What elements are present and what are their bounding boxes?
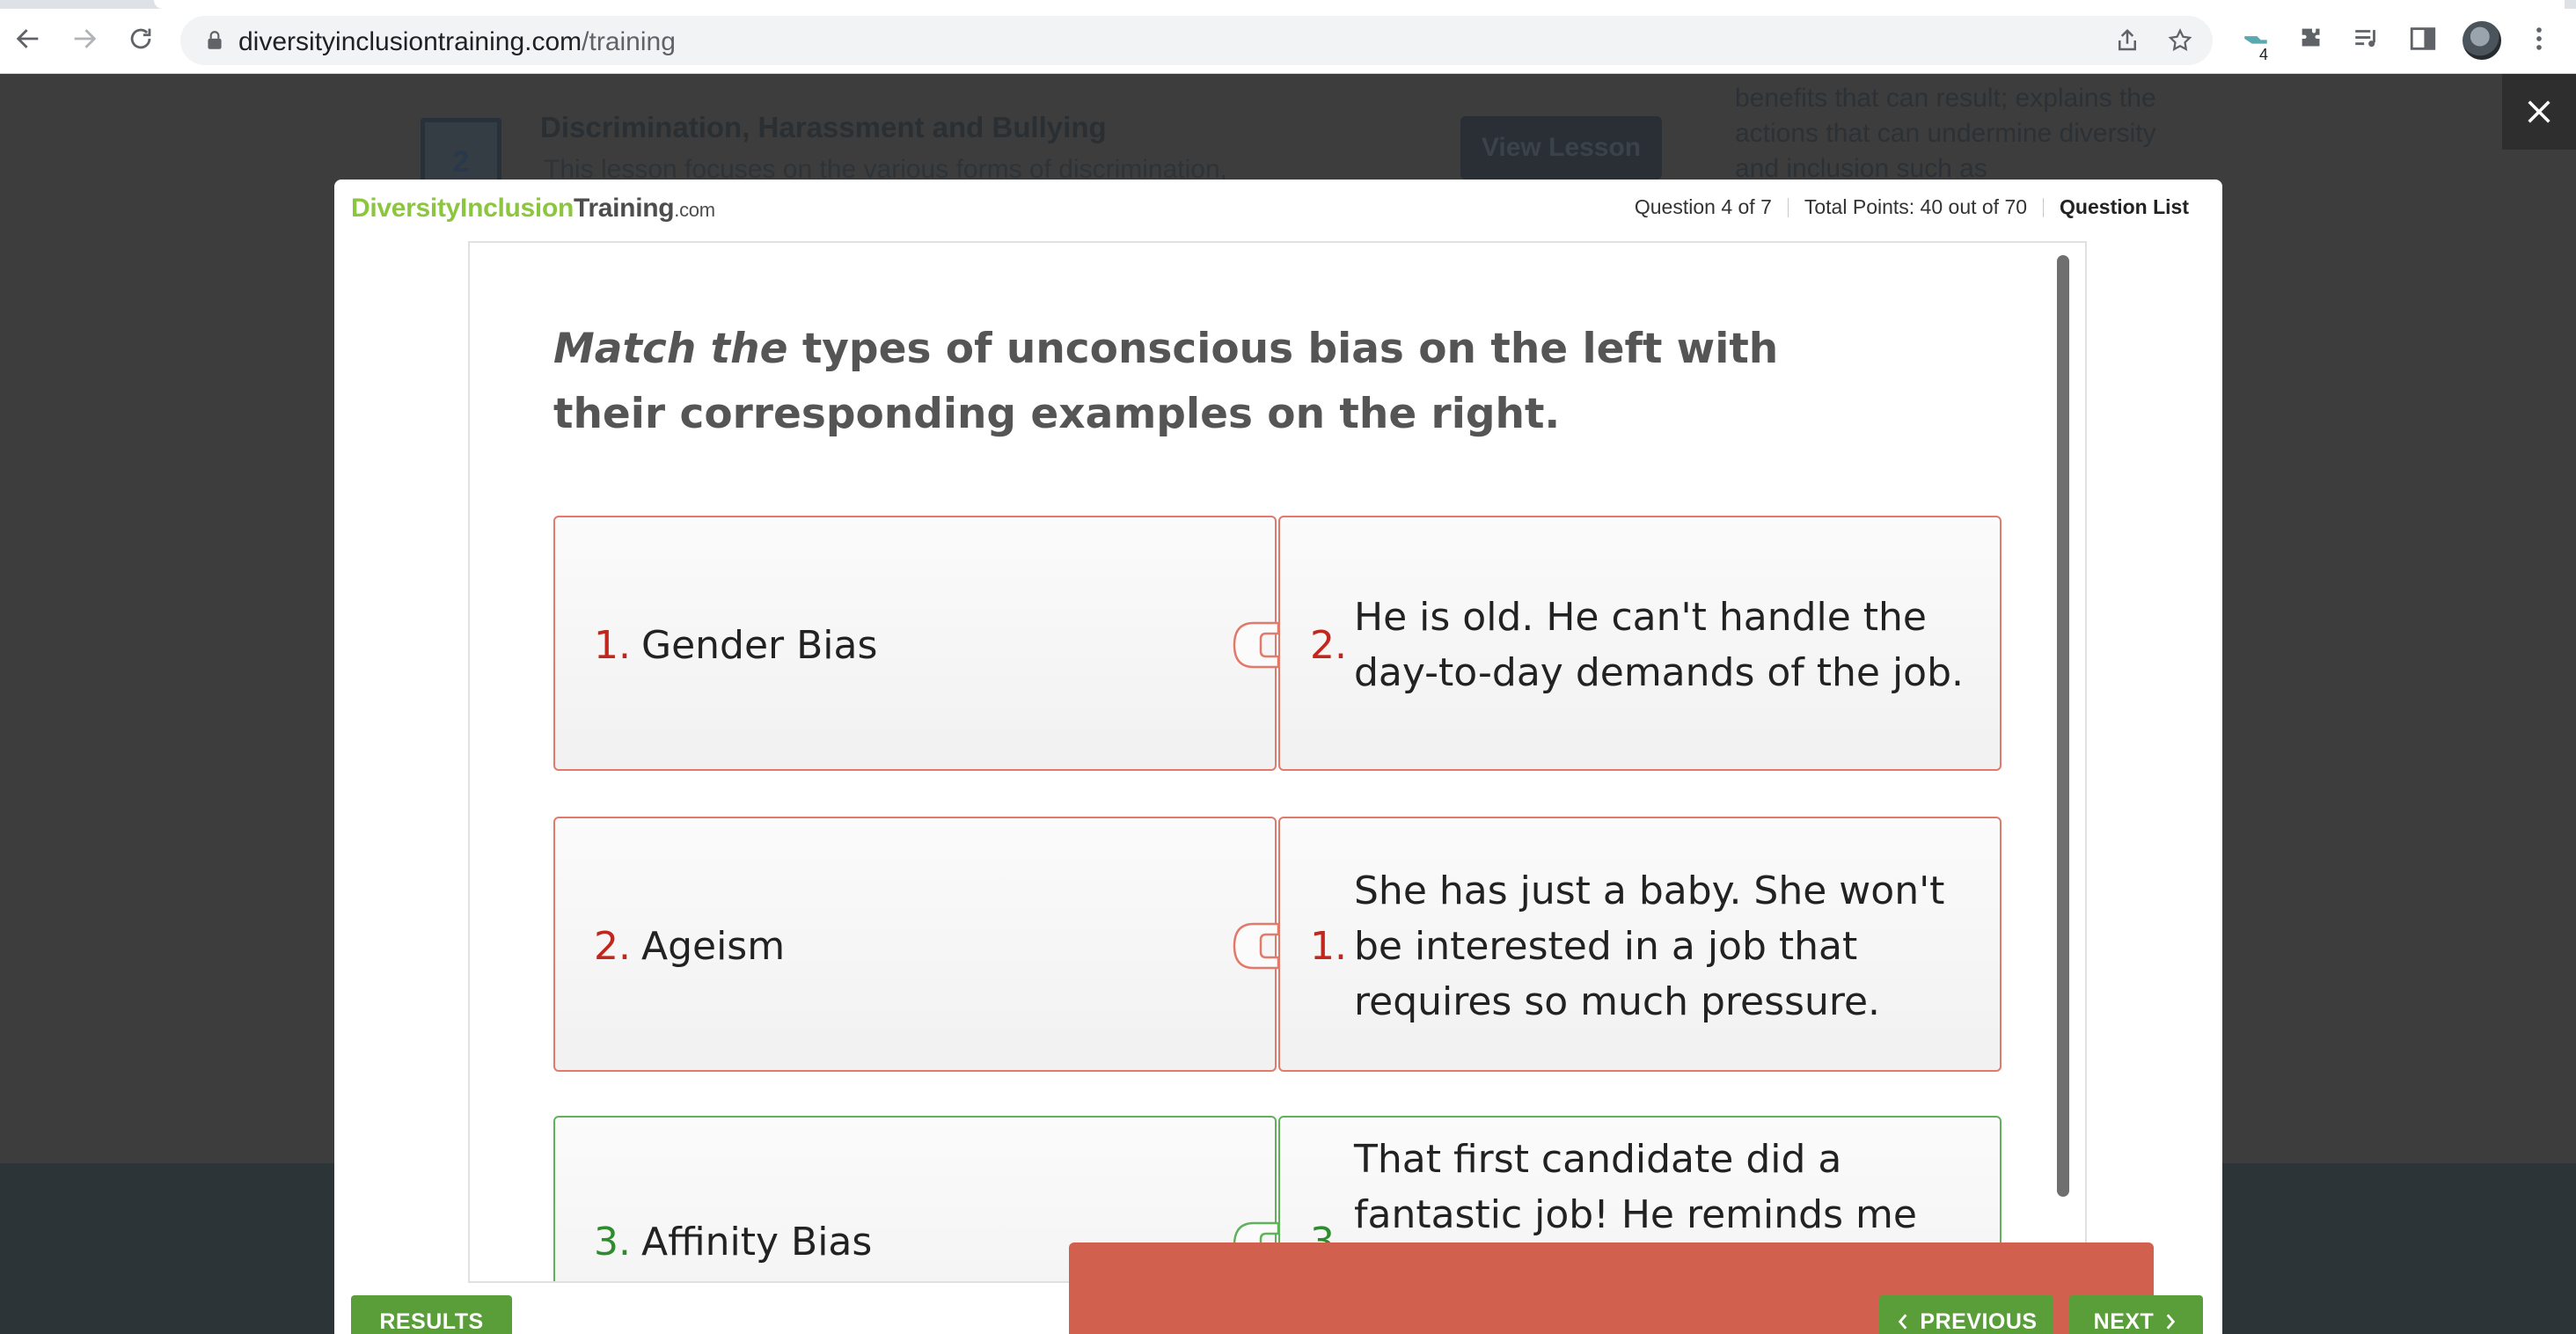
puzzle-connector-icon xyxy=(1233,621,1280,669)
view-lesson-button: View Lesson xyxy=(1460,116,1662,180)
quiz-modal: DiversityInclusionTraining.com Question … xyxy=(334,180,2222,1334)
side-panel-button[interactable] xyxy=(2405,21,2441,56)
total-points: Total Points: 40 out of 70 xyxy=(1804,195,2028,218)
previous-button[interactable]: PREVIOUS xyxy=(1879,1295,2053,1334)
match-example[interactable]: 2. He is old. He can't handle the day-to… xyxy=(1278,516,2002,771)
playlist-icon xyxy=(2355,30,2375,48)
match-term[interactable]: 1. Gender Bias xyxy=(553,516,1277,771)
reload-icon xyxy=(130,28,151,49)
reload-button[interactable] xyxy=(121,19,160,58)
star-icon xyxy=(2168,28,2192,51)
browser-toolbar: diversityinclusiontraining.com/training … xyxy=(0,0,2576,74)
address-bar[interactable]: diversityinclusiontraining.com/training xyxy=(180,16,2213,65)
lesson-title: Discrimination, Harassment and Bullying xyxy=(540,111,1107,143)
forward-button[interactable] xyxy=(65,19,104,58)
match-pair: 1. Gender Bias 2. He is old. He can't han… xyxy=(553,516,2002,771)
results-button[interactable]: RESULTS xyxy=(351,1295,512,1334)
match-pair: 2. Ageism 1. She has just a baby. She won… xyxy=(553,817,2002,1072)
scrollbar[interactable] xyxy=(2057,255,2069,1197)
match-term[interactable]: 2. Ageism xyxy=(553,817,1277,1072)
extensions-button[interactable] xyxy=(2294,21,2330,56)
back-button[interactable] xyxy=(9,19,48,58)
profile-avatar[interactable] xyxy=(2463,21,2501,60)
question-list-link[interactable]: Question List xyxy=(2060,195,2189,219)
puzzle-connector-icon xyxy=(1233,922,1280,970)
chevron-left-icon xyxy=(1899,1314,1907,1330)
side-panel-icon xyxy=(2410,27,2436,50)
question-card: Match the types of unconscious bias on t… xyxy=(468,241,2087,1283)
more-vert-icon xyxy=(2536,27,2542,50)
next-button[interactable]: NEXT xyxy=(2069,1295,2203,1334)
lock-icon xyxy=(208,31,222,49)
arrow-left-icon xyxy=(16,29,39,48)
arrow-right-icon xyxy=(74,29,97,48)
share-icon xyxy=(2119,28,2136,51)
close-icon xyxy=(2528,100,2550,123)
close-modal-button[interactable] xyxy=(2502,74,2576,150)
chevron-right-icon xyxy=(2166,1314,2176,1330)
extension-badge: 4 xyxy=(2259,46,2269,63)
tab-strip xyxy=(0,0,2576,9)
bookmark-button[interactable] xyxy=(2164,25,2196,56)
quiz-status: Question 4 of 7 Total Points: 40 out of … xyxy=(1635,195,2189,219)
question-counter: Question 4 of 7 xyxy=(1634,195,1772,218)
share-button[interactable] xyxy=(2111,25,2143,56)
puzzle-icon xyxy=(2302,28,2320,47)
match-example[interactable]: 1. She has just a baby. She won't be int… xyxy=(1278,817,2002,1072)
question-text: Match the types of unconscious bias on t… xyxy=(553,325,1779,438)
media-button[interactable] xyxy=(2349,21,2384,56)
brand-logo: DiversityInclusionTraining.com xyxy=(351,194,715,223)
menu-button[interactable] xyxy=(2521,21,2557,56)
url-text[interactable]: diversityinclusiontraining.com/training xyxy=(238,27,676,57)
